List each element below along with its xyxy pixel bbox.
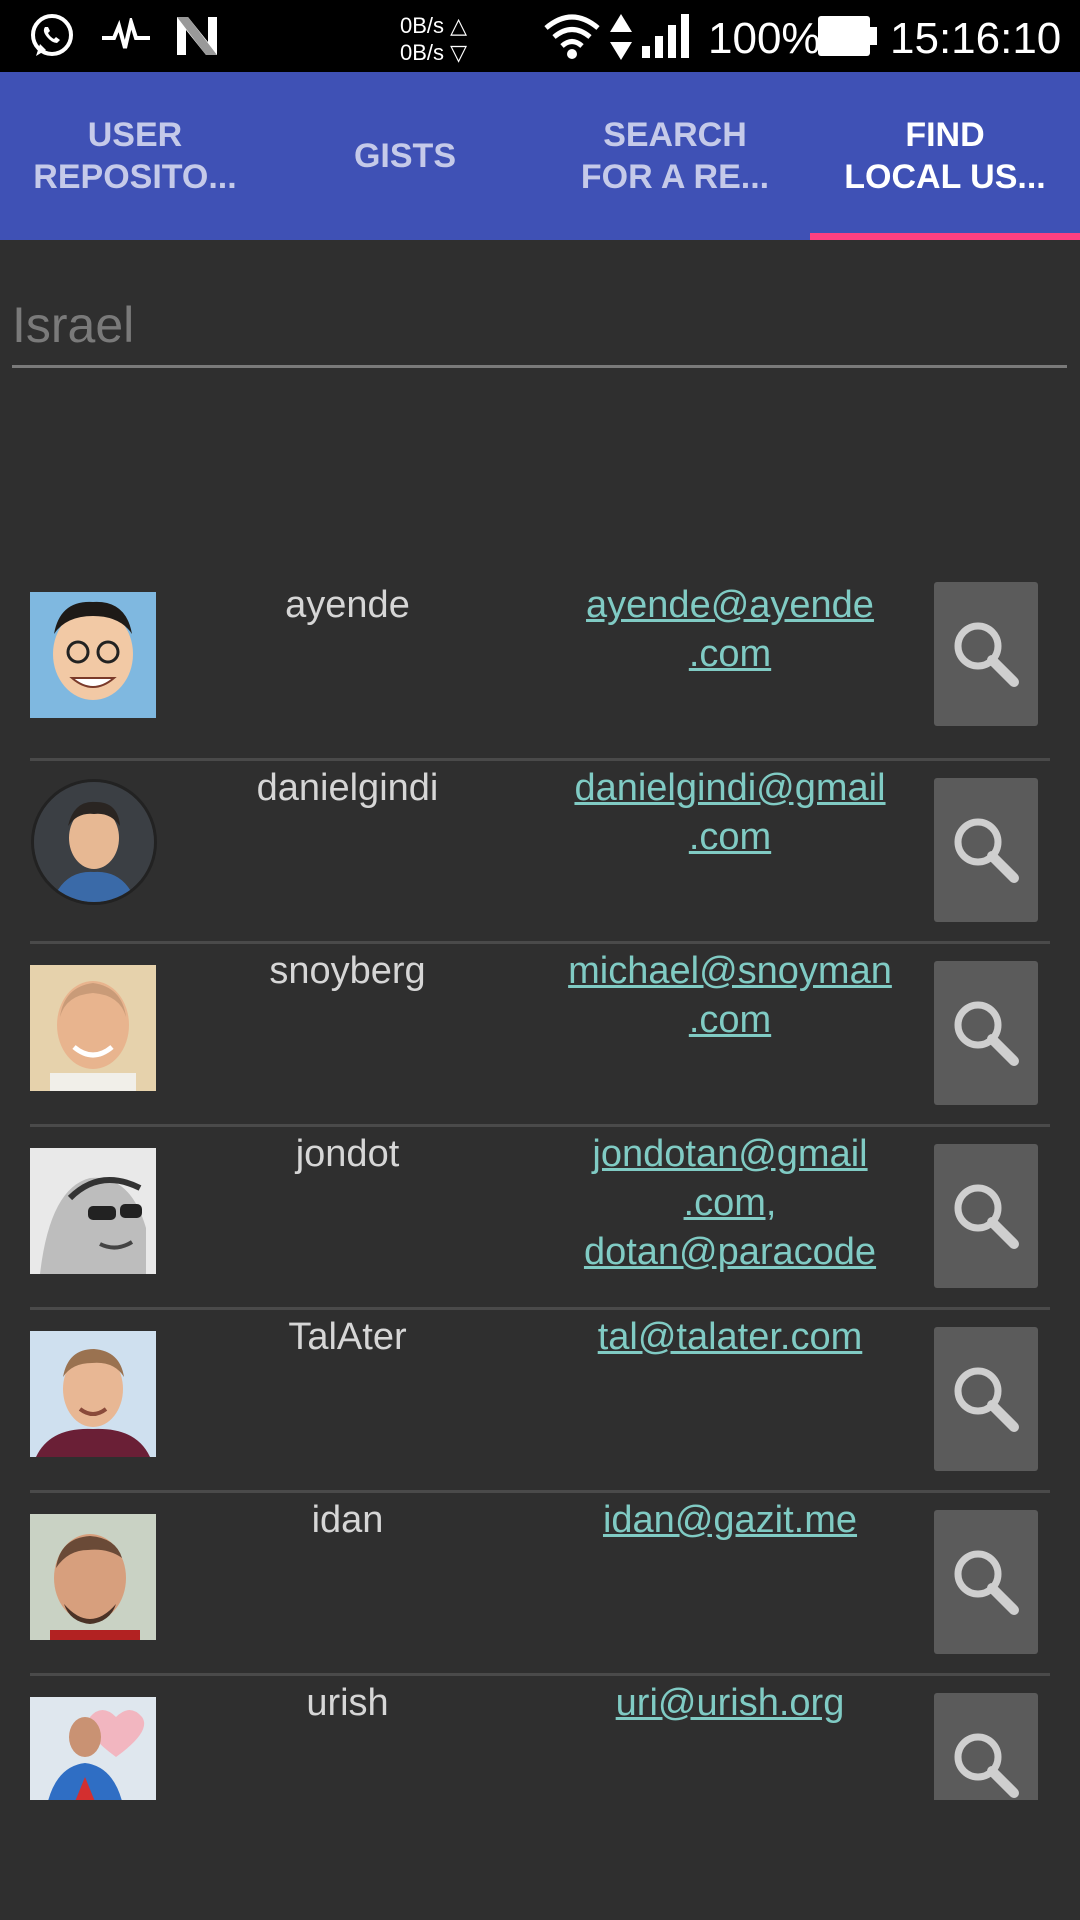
magnifier-icon	[954, 818, 1019, 883]
tab-label: SEARCH FOR A RE...	[580, 116, 770, 196]
user-search-button[interactable]	[934, 961, 1038, 1105]
magnifier-icon	[954, 622, 1019, 687]
list-item: idan idan@gazit.me	[0, 1490, 1080, 1673]
pulse-icon	[102, 18, 150, 49]
clock: 15:16:10	[890, 14, 1062, 63]
divider	[30, 1673, 1050, 1676]
tab-bar: USER REPOSITO... GISTS SEARCH FOR A RE..…	[0, 72, 1080, 240]
battery-icon	[818, 16, 877, 56]
user-search-button[interactable]	[934, 1510, 1038, 1654]
battery-percent: 100%	[708, 14, 821, 63]
user-search-button[interactable]	[934, 1327, 1038, 1471]
list-item: TalAter tal@talater.com	[0, 1307, 1080, 1490]
divider	[30, 758, 1050, 761]
username: ayende	[285, 584, 410, 626]
magnifier-icon	[954, 1184, 1019, 1249]
list-item: jondot jondotan@gmail .com, dotan@paraco…	[0, 1124, 1080, 1307]
avatar	[31, 779, 157, 905]
location-search-input[interactable]	[12, 285, 1067, 368]
email-link[interactable]: uri@urish.org	[545, 1679, 915, 1800]
email-link[interactable]: ayende@ayende .com	[545, 581, 915, 731]
avatar	[30, 1514, 156, 1640]
email-link[interactable]: tal@talater.com	[545, 1313, 915, 1463]
wifi-icon	[544, 14, 600, 59]
magnifier-icon	[954, 1550, 1019, 1615]
data-arrows-icon	[610, 14, 632, 60]
divider	[30, 1307, 1050, 1310]
divider	[30, 1124, 1050, 1127]
n-logo-icon	[177, 17, 217, 55]
username: urish	[306, 1682, 389, 1724]
user-search-button[interactable]	[934, 778, 1038, 922]
email-link[interactable]: danielgindi@gmail .com	[545, 764, 915, 914]
network-speed: 0B/s △ 0B/s ▽	[400, 12, 467, 66]
username: danielgindi	[256, 767, 439, 809]
tab-search-repository[interactable]: SEARCH FOR A RE...	[540, 72, 810, 240]
tab-user-repositories[interactable]: USER REPOSITO...	[0, 72, 270, 240]
tab-gists[interactable]: GISTS	[270, 72, 540, 240]
avatar	[30, 1697, 156, 1800]
tab-label: FIND LOCAL US...	[844, 116, 1046, 196]
user-search-button[interactable]	[934, 582, 1038, 726]
status-bar: 0B/s △ 0B/s ▽ 100% 15:16:10	[0, 0, 1080, 72]
avatar	[30, 1331, 156, 1457]
signal-icon	[642, 14, 689, 58]
net-down-text: 0B/s ▽	[400, 40, 468, 65]
net-up-text: 0B/s △	[400, 13, 468, 38]
tab-find-local-users[interactable]: FIND LOCAL US...	[810, 72, 1080, 240]
avatar	[30, 965, 156, 1091]
list-item: danielgindi danielgindi@gmail .com	[0, 758, 1080, 941]
user-search-button[interactable]	[934, 1693, 1038, 1800]
email-link[interactable]: michael@snoyman .com	[545, 947, 915, 1097]
username: snoyberg	[269, 950, 426, 992]
user-list[interactable]: ayende ayende@ayende .com danielgindi da…	[0, 575, 1080, 1800]
email-link[interactable]: jondotan@gmail .com, dotan@paracode .com	[545, 1130, 915, 1280]
whatsapp-icon	[31, 14, 73, 56]
divider	[30, 1490, 1050, 1493]
magnifier-icon	[954, 1367, 1019, 1432]
magnifier-icon	[954, 1001, 1019, 1066]
username: TalAter	[288, 1316, 407, 1358]
active-tab-indicator	[810, 233, 1080, 240]
user-search-button[interactable]	[934, 1144, 1038, 1288]
username: jondot	[295, 1133, 400, 1175]
avatar	[30, 1148, 156, 1274]
username: idan	[311, 1499, 384, 1541]
magnifier-icon	[954, 1733, 1019, 1798]
list-item: urish uri@urish.org	[0, 1673, 1080, 1800]
tab-label: GISTS	[353, 137, 457, 175]
avatar	[30, 592, 156, 718]
list-item: snoyberg michael@snoyman .com	[0, 941, 1080, 1124]
email-link[interactable]: idan@gazit.me	[545, 1496, 915, 1646]
tab-label: USER REPOSITO...	[33, 116, 237, 196]
list-item: ayende ayende@ayende .com	[0, 575, 1080, 758]
divider	[30, 941, 1050, 944]
